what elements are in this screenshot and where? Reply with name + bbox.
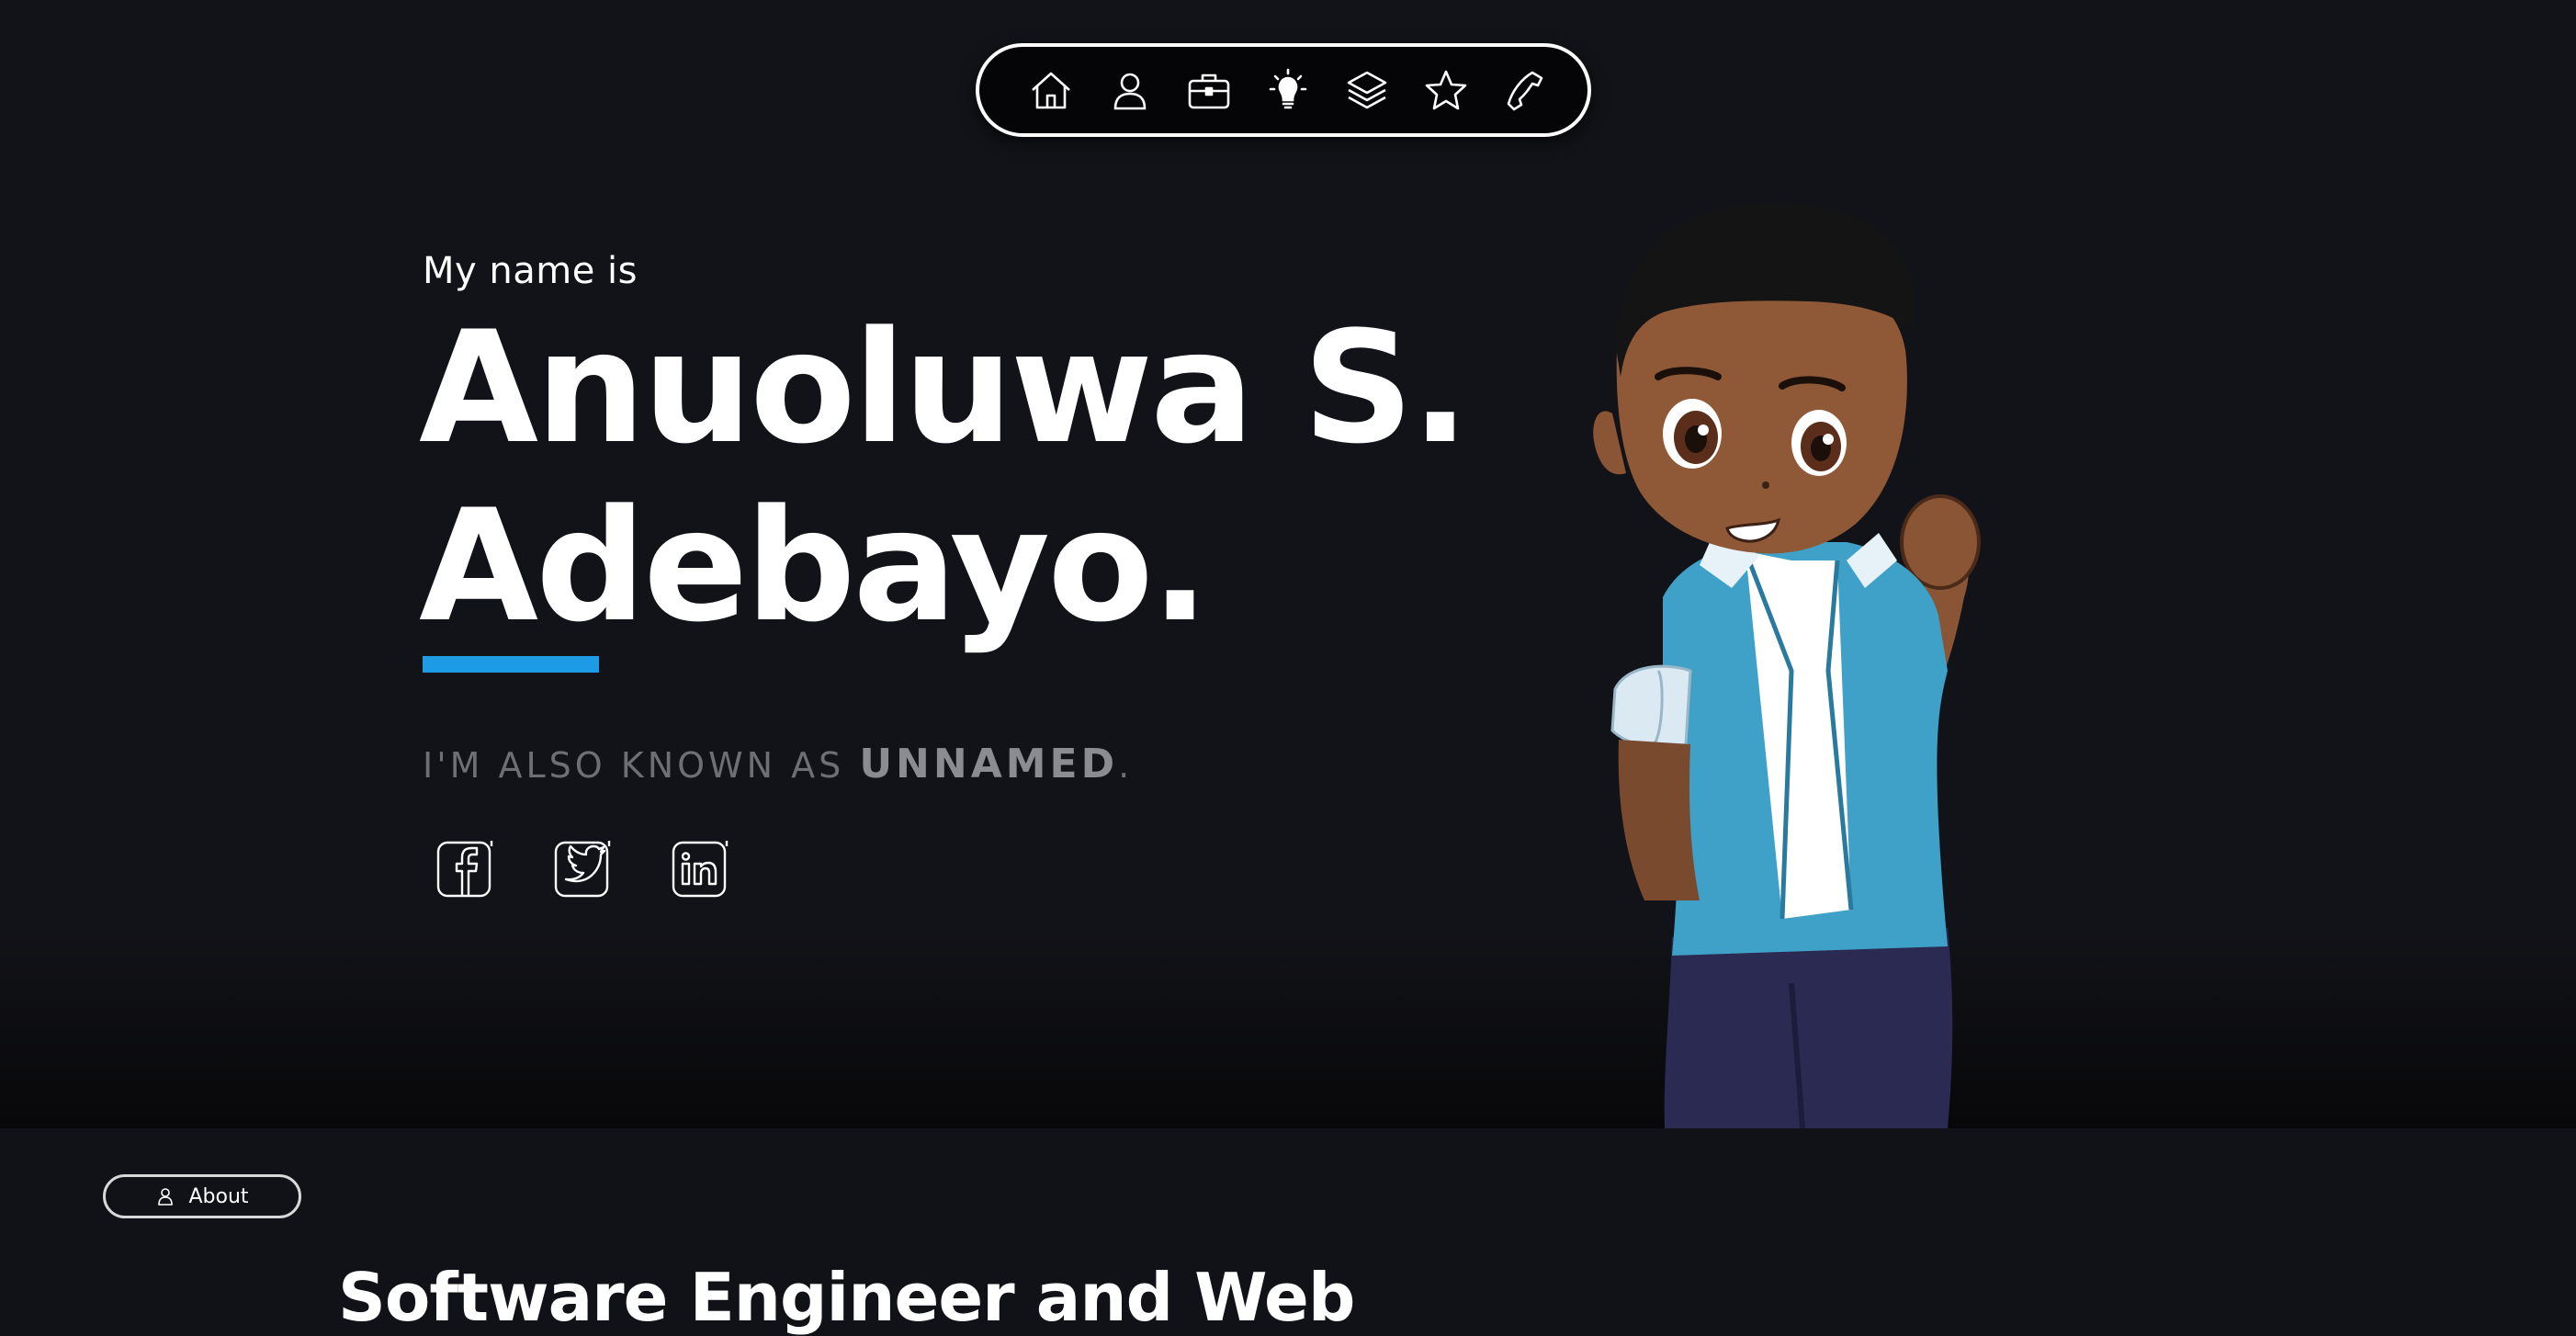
- name-line-2: Adebayo.: [419, 476, 1209, 656]
- nav-lightbulb-icon[interactable]: [1262, 65, 1314, 117]
- about-pill-label: About: [188, 1184, 249, 1208]
- nav-layers-icon[interactable]: [1341, 65, 1393, 117]
- top-navigation: [976, 43, 1591, 137]
- nav-briefcase-icon[interactable]: [1183, 65, 1235, 117]
- name-line-1: Anuoluwa S.: [419, 298, 1470, 478]
- intro-text: My name is: [423, 250, 638, 292]
- nav-home-icon[interactable]: [1025, 65, 1077, 117]
- nav-user-icon[interactable]: [1104, 65, 1156, 117]
- alias-prefix: I'M ALSO KNOWN AS: [423, 745, 860, 786]
- linkedin-icon[interactable]: [671, 838, 729, 900]
- hero-section: My name is Anuoluwa S. Adebayo. I'M ALSO…: [0, 0, 2576, 1128]
- avatar-illustration: [1562, 193, 2039, 1128]
- about-section-pill[interactable]: About: [103, 1174, 301, 1218]
- nav-star-icon[interactable]: [1420, 65, 1472, 117]
- facebook-icon[interactable]: [435, 838, 494, 900]
- nav-phone-icon[interactable]: [1499, 65, 1551, 117]
- alias-suffix: .: [1118, 745, 1134, 786]
- alias-name: UNNAMED: [859, 741, 1119, 787]
- about-heading: Software Engineer and Web: [338, 1259, 1355, 1336]
- twitter-icon[interactable]: [553, 838, 612, 900]
- accent-underline: [423, 656, 599, 673]
- user-icon: [158, 1188, 174, 1206]
- alias-text: I'M ALSO KNOWN AS UNNAMED.: [423, 741, 1133, 787]
